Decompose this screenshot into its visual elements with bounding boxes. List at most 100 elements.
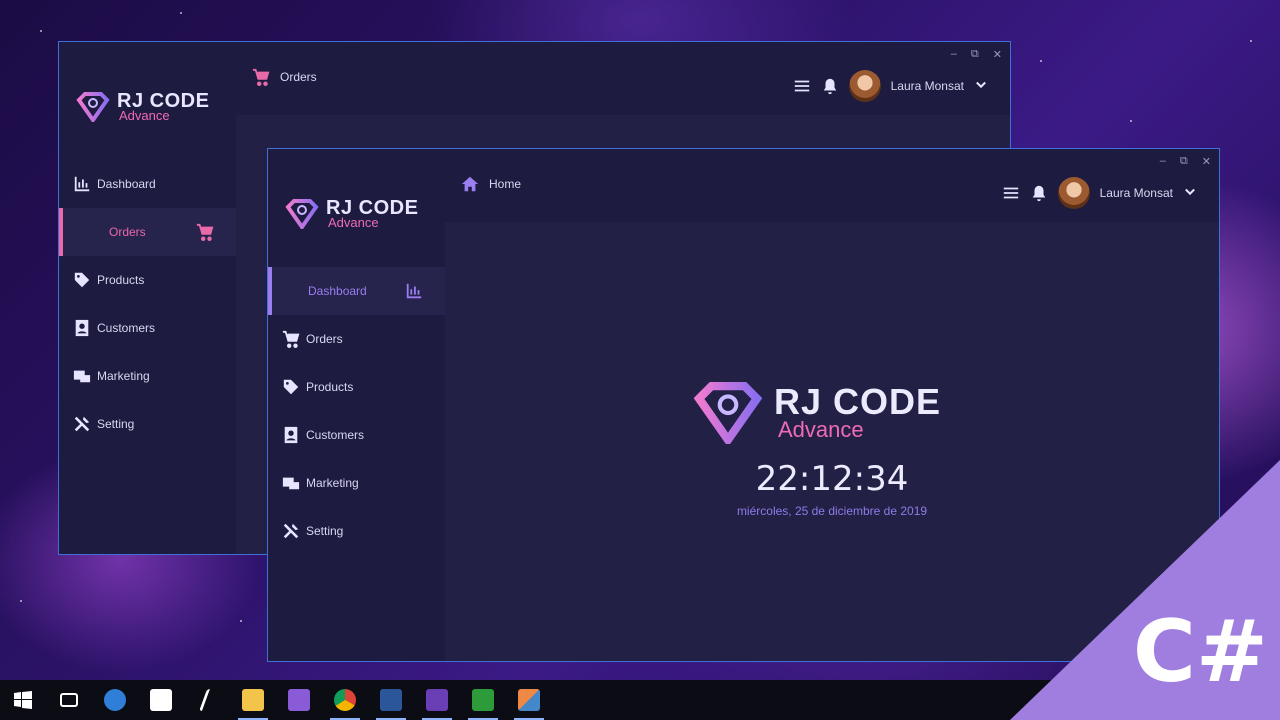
bell-icon[interactable] [1030, 184, 1048, 202]
sidebar: RJ CODE Advance Dashboard Orders Product… [268, 149, 445, 661]
tools-icon [283, 523, 299, 539]
brand-logo: RJ CODE Advance [284, 198, 418, 229]
sidebar-item-label: Dashboard [308, 284, 367, 298]
user-name[interactable]: Laura Monsat [1100, 186, 1173, 200]
user-area: Laura Monsat [793, 70, 988, 102]
active-indicator [59, 208, 63, 256]
sidebar-item-orders[interactable]: Orders [268, 315, 445, 363]
menu-icon[interactable] [1002, 184, 1020, 202]
badge-text: C# [1132, 602, 1268, 702]
sidebar-item-label: Customers [97, 321, 156, 335]
home-icon [461, 176, 479, 192]
sidebar-item-label: Marketing [306, 476, 359, 490]
sidebar-item-marketing[interactable]: Marketing [59, 352, 236, 400]
pointer-icon [198, 689, 216, 711]
visual-studio-preview-button[interactable] [414, 680, 460, 720]
brand-logo-large: RJ CODE Advance [690, 382, 941, 444]
cortana-icon [104, 689, 126, 711]
photo-app-icon [518, 689, 540, 711]
windows-start-button[interactable] [0, 680, 46, 720]
photo-app-button[interactable] [506, 680, 552, 720]
user-name[interactable]: Laura Monsat [891, 79, 964, 93]
close-button[interactable]: ✕ [993, 48, 1002, 61]
sidebar-item-label: Customers [306, 428, 365, 442]
sidebar-item-marketing[interactable]: Marketing [268, 459, 445, 507]
chrome-icon [334, 689, 356, 711]
restore-button[interactable]: ⧉ [971, 48, 979, 61]
user-area: Laura Monsat [1002, 177, 1197, 209]
minimize-button[interactable]: – [1160, 155, 1166, 168]
task-view-button[interactable] [46, 680, 92, 720]
sidebar-item-products[interactable]: Products [59, 256, 236, 304]
folder-icon [242, 689, 264, 711]
sidebar-menu: Dashboard Orders Products Customers Mark… [59, 160, 236, 448]
window-controls: – ⧉ ✕ [951, 48, 1002, 61]
cart-icon [282, 330, 300, 348]
breadcrumb: Home [461, 175, 521, 193]
sidebar-item-dashboard[interactable]: Dashboard [59, 160, 236, 208]
diamond-logo-icon [76, 92, 110, 122]
sidebar-item-setting[interactable]: Setting [59, 400, 236, 448]
cart-icon [252, 68, 270, 86]
visual-studio-preview-icon [426, 689, 448, 711]
sidebar-item-label: Products [97, 273, 145, 287]
chart-icon [406, 283, 422, 299]
restore-button[interactable]: ⧉ [1180, 155, 1188, 168]
contacts-icon [284, 426, 298, 444]
minimize-button[interactable]: – [951, 48, 957, 61]
sidebar-item-orders[interactable]: Orders [59, 208, 236, 256]
close-button[interactable]: ✕ [1202, 155, 1211, 168]
brand-logo: RJ CODE Advance [75, 91, 209, 122]
sidebar-item-customers[interactable]: Customers [268, 411, 445, 459]
file-explorer-button[interactable] [230, 680, 276, 720]
active-indicator [268, 267, 272, 315]
camtasia-button[interactable] [460, 680, 506, 720]
sidebar-menu: Dashboard Orders Products Customers Mark… [268, 267, 445, 555]
csharp-badge: C# [1010, 460, 1280, 720]
sidebar-item-label: Setting [306, 524, 344, 538]
diamond-logo-icon [285, 199, 319, 229]
visual-studio-icon [288, 689, 310, 711]
sidebar-item-label: Marketing [97, 369, 150, 383]
avatar[interactable] [848, 70, 881, 102]
sidebar-item-setting[interactable]: Setting [268, 507, 445, 555]
windows-icon [14, 691, 32, 709]
sidebar-item-label: Orders [109, 225, 146, 239]
chevron-down-icon[interactable] [974, 79, 988, 93]
marketing-icon [282, 477, 300, 490]
sidebar-item-dashboard[interactable]: Dashboard [268, 267, 445, 315]
bell-icon[interactable] [821, 77, 839, 95]
visual-studio-button[interactable] [276, 680, 322, 720]
cortana-button[interactable] [92, 680, 138, 720]
store-button[interactable] [138, 680, 184, 720]
menu-icon[interactable] [793, 77, 811, 95]
sidebar-item-customers[interactable]: Customers [59, 304, 236, 352]
store-icon [150, 689, 172, 711]
avatar[interactable] [1057, 177, 1090, 209]
pointer-button[interactable] [184, 680, 230, 720]
sidebar-item-products[interactable]: Products [268, 363, 445, 411]
brand-name: RJ CODE [774, 381, 942, 422]
sidebar-item-label: Setting [97, 417, 135, 431]
tag-icon [74, 272, 90, 288]
sidebar-item-label: Orders [306, 332, 343, 346]
breadcrumb: Orders [252, 68, 317, 86]
sidebar-item-label: Products [306, 380, 354, 394]
task-view-icon [60, 693, 78, 707]
diamond-logo-icon [693, 382, 763, 444]
breadcrumb-label: Orders [280, 70, 317, 84]
chevron-down-icon[interactable] [1183, 186, 1197, 200]
window-controls: – ⧉ ✕ [1160, 155, 1211, 168]
sidebar-item-label: Dashboard [97, 177, 156, 191]
word-button[interactable] [368, 680, 414, 720]
cart-icon [196, 223, 214, 241]
camtasia-icon [472, 689, 494, 711]
brand-tagline: Advance [778, 417, 864, 442]
contacts-icon [75, 319, 89, 337]
tag-icon [283, 379, 299, 395]
tools-icon [74, 416, 90, 432]
breadcrumb-label: Home [489, 177, 522, 191]
chrome-button[interactable] [322, 680, 368, 720]
top-bar: Home Laura Monsat – ⧉ ✕ [445, 149, 1219, 222]
sidebar: RJ CODE Advance Dashboard Orders Product… [59, 42, 236, 554]
